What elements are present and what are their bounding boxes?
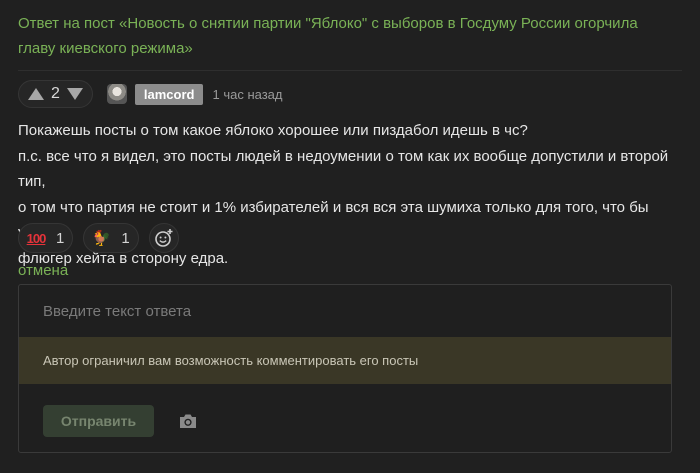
send-button[interactable]: Отправить: [43, 405, 154, 437]
reply-input[interactable]: [19, 285, 671, 337]
downvote-icon[interactable]: [66, 88, 83, 100]
cancel-reply-link[interactable]: отмена: [18, 262, 68, 279]
vote-count: 2: [51, 85, 60, 102]
reaction-count: 1: [56, 229, 65, 247]
comment-page: Ответ на пост «Новость о снятии партии "…: [0, 0, 700, 473]
reaction-count: 1: [121, 229, 130, 247]
restriction-notice: Автор ограничил вам возможность комменти…: [19, 337, 671, 384]
reaction-hundred[interactable]: 100 1: [18, 223, 74, 253]
upvote-icon[interactable]: [28, 88, 44, 100]
comment-timestamp[interactable]: 1 час назад: [212, 87, 282, 102]
add-reaction-button[interactable]: [148, 223, 179, 253]
camera-icon[interactable]: [179, 413, 197, 434]
avatar[interactable]: [106, 84, 127, 104]
hundred-points-icon: 100: [26, 230, 47, 246]
comment-meta: 2 lamcord 1 час назад: [18, 80, 282, 108]
author-name[interactable]: lamcord: [134, 83, 204, 105]
reactions-bar: 100 1 🐓 1: [18, 223, 179, 253]
vote-box: 2: [18, 80, 93, 108]
comment-line: п.с. все что я видел, это посты людей в …: [18, 147, 669, 191]
add-emoji-icon: [154, 229, 173, 247]
parent-post-link[interactable]: Ответ на пост «Новость о снятии партии "…: [18, 11, 668, 61]
reaction-rooster[interactable]: 🐓 1: [83, 223, 139, 253]
divider: [18, 70, 682, 71]
rooster-icon: 🐓: [92, 230, 111, 247]
reply-form: Автор ограничил вам возможность комменти…: [18, 284, 672, 453]
comment-line: Покажешь посты о том какое яблоко хороше…: [18, 122, 528, 139]
